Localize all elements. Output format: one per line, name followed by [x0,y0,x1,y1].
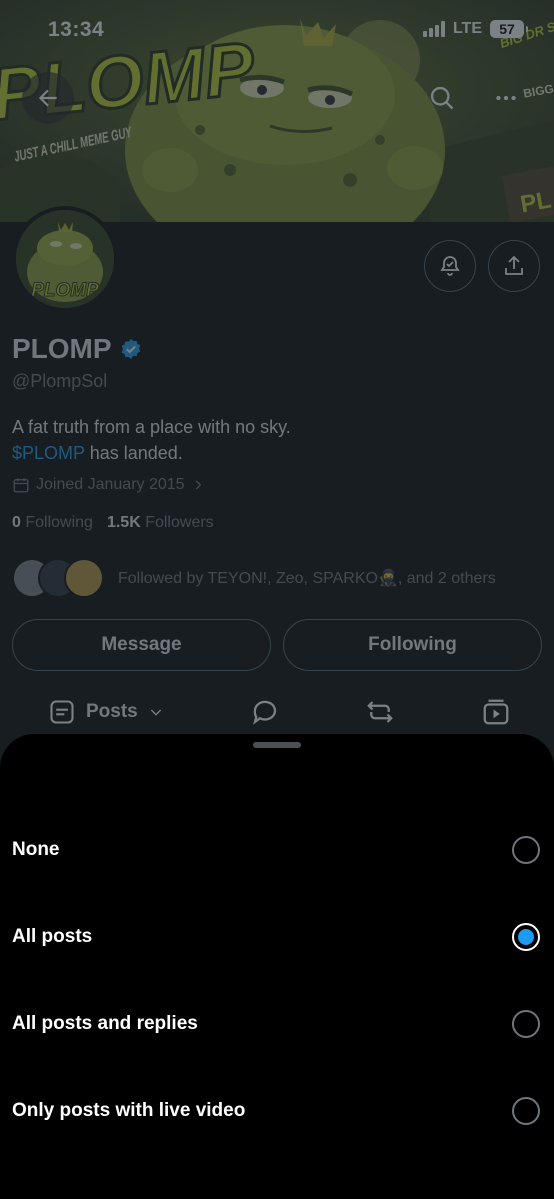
option-live-video[interactable]: Only posts with live video [0,1075,554,1147]
option-label: Only posts with live video [12,1100,246,1121]
option-all-posts-and-replies[interactable]: All posts and replies [0,988,554,1060]
sheet-grabber[interactable] [253,742,301,748]
option-label: All posts and replies [12,1013,198,1034]
option-all-posts[interactable]: All posts [0,901,554,973]
radio-none[interactable] [512,836,540,864]
radio-live-video[interactable] [512,1097,540,1125]
notification-settings-sheet: None All posts All posts and replies Onl… [0,734,554,1199]
option-none[interactable]: None [0,814,554,886]
option-label: All posts [12,926,93,947]
radio-all-posts[interactable] [512,923,540,951]
radio-all-posts-and-replies[interactable] [512,1010,540,1038]
option-label: None [12,839,60,860]
